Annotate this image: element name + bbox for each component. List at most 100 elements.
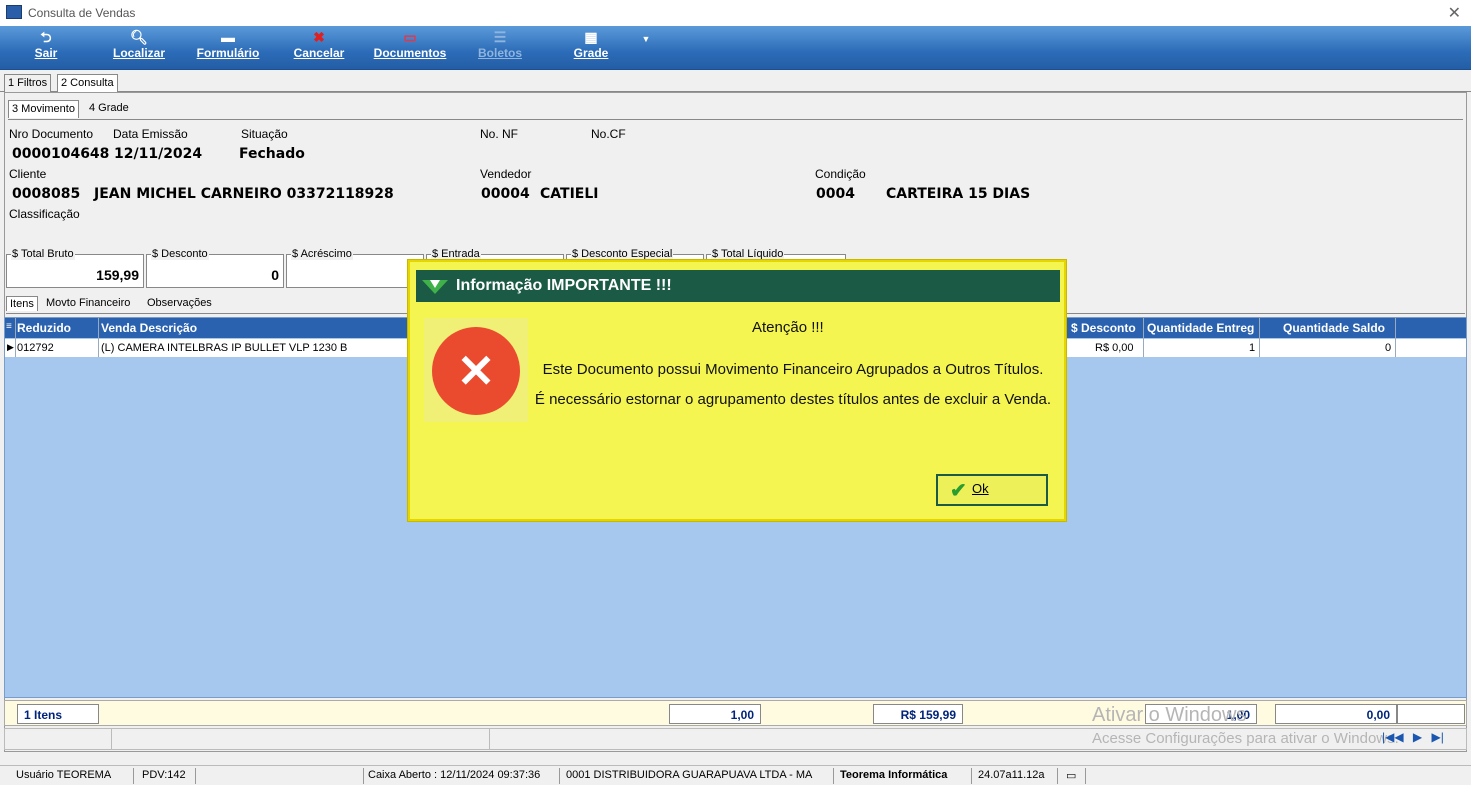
no-cf-label: No.CF — [591, 127, 626, 141]
col-reduzido[interactable]: Reduzido — [17, 321, 71, 335]
record-navigator: |◀◀ ▶ ▶| — [1382, 730, 1444, 744]
cell-qtd-saldo: 0 — [1385, 342, 1392, 354]
formulario-button[interactable]: ▬ Formulário — [190, 28, 266, 66]
divider — [111, 729, 112, 749]
cancelar-button[interactable]: ✖ Cancelar — [286, 28, 352, 66]
col-qtd-entregue[interactable]: Quantidade Entreg — [1147, 321, 1254, 335]
search-icon: 🔍︎ — [130, 29, 148, 45]
column-divider — [98, 318, 99, 357]
desconto-label: $ Desconto — [151, 248, 209, 260]
status-bar: Usuário TEOREMA PDV:142 Caixa Aberto : 1… — [0, 765, 1471, 785]
cell-qtd-entregue: 1 — [1249, 342, 1256, 354]
desconto-box: $ Desconto 0 — [146, 248, 284, 288]
documentos-button[interactable]: ▭ Documentos — [368, 28, 452, 66]
boletos-button[interactable]: ☰ Boletos — [470, 28, 530, 66]
row-pointer-icon: ▶ — [7, 342, 14, 352]
cell-descricao: (L) CAMERA INTELBRAS IP BULLET VLP 1230 … — [101, 342, 348, 354]
column-divider — [1259, 318, 1260, 357]
footer-qtd: 1,00 — [669, 704, 761, 724]
nro-documento-label: Nro Documento — [9, 127, 94, 141]
column-divider — [1143, 318, 1144, 357]
column-menu-icon[interactable]: ≡ — [6, 321, 12, 332]
tab-movimento[interactable]: 3 Movimento — [8, 100, 79, 118]
tab-observacoes[interactable]: Observações — [147, 297, 212, 309]
printer-icon: ▬ — [221, 29, 235, 45]
situacao-label: Situação — [241, 127, 288, 141]
tab-movto-financeiro[interactable]: Movto Financeiro — [46, 297, 130, 309]
tab-grade[interactable]: 4 Grade — [86, 100, 132, 118]
cliente-codigo: 0008085 — [12, 186, 81, 202]
dialog-title: Informação IMPORTANTE !!! — [456, 277, 672, 294]
status-caixa: Caixa Aberto : 12/11/2024 09:37:36 — [364, 768, 560, 784]
error-icon: ✕ — [424, 318, 528, 422]
total-liquido-label: $ Total Líquido — [711, 248, 785, 260]
condicao-codigo: 0004 — [816, 186, 855, 202]
grade-button[interactable]: ▦ Grade — [566, 28, 616, 66]
cancel-icon: ✖ — [313, 29, 325, 45]
footer-itens: 1 Itens — [17, 704, 99, 724]
chevron-down-icon: ▼ — [641, 34, 651, 44]
cell-reduzido: 012792 — [17, 342, 54, 354]
tab-filtros[interactable]: 1 Filtros — [4, 74, 52, 92]
footer-qtd-saldo: 0,00 — [1275, 704, 1397, 724]
acrescimo-box: $ Acréscimo — [286, 248, 424, 288]
close-icon[interactable]: ✕ — [1448, 3, 1461, 23]
desconto-value: 0 — [271, 267, 279, 283]
info-dialog: Informação IMPORTANTE !!! ✕ Atenção !!! … — [408, 260, 1066, 521]
activate-windows-title: Ativar o Windows — [1092, 704, 1247, 726]
status-empresa: 0001 DISTRIBUIDORA GUARAPUAVA LTDA - MA — [562, 768, 834, 784]
col-qtd-saldo[interactable]: Quantidade Saldo — [1283, 321, 1385, 335]
grid-footer: 1 Itens 1,00 R$ 159,99 1,00 0,00 — [4, 700, 1467, 726]
footer-extra — [1397, 704, 1465, 724]
status-versao: 24.07a11.12a — [974, 768, 1058, 784]
data-emissao-label: Data Emissão — [113, 127, 188, 141]
dialog-message-line2: É necessário estornar o agrupamento dest… — [534, 391, 1052, 408]
total-bruto-label: $ Total Bruto — [11, 248, 75, 260]
keyboard-icon: ▭ — [1062, 768, 1086, 784]
tab-consulta[interactable]: 2 Consulta — [57, 74, 118, 92]
nro-documento-value: 0000104648 — [12, 146, 110, 162]
ok-button[interactable]: ✔ Ok — [936, 474, 1048, 506]
last-record-icon[interactable]: ▶| — [1432, 730, 1444, 744]
data-emissao-value: 12/11/2024 — [114, 146, 203, 162]
dialog-heading: Atenção !!! — [752, 319, 824, 336]
total-bruto-value: 159,99 — [96, 267, 139, 283]
app-icon — [6, 5, 22, 19]
divider — [489, 729, 490, 749]
checkmark-icon: ✔ — [950, 480, 967, 502]
localizar-button[interactable]: 🔍︎ Localizar — [104, 28, 174, 66]
cliente-nome: JEAN MICHEL CARNEIRO 03372118928 — [94, 186, 394, 202]
col-desconto[interactable]: $ Desconto — [1071, 321, 1136, 335]
toolbar-dropdown[interactable]: ▼ — [636, 28, 656, 66]
vendedor-codigo: 00004 — [481, 186, 530, 202]
acrescimo-label: $ Acréscimo — [291, 248, 353, 260]
cell-desconto: R$ 0,00 — [1095, 342, 1134, 354]
status-pdv: PDV:142 — [138, 768, 196, 784]
status-empty — [200, 768, 364, 784]
dialog-message: Este Documento possui Movimento Financei… — [528, 358, 1058, 412]
column-divider — [1395, 318, 1396, 357]
condicao-nome: CARTEIRA 15 DIAS — [886, 186, 1031, 202]
total-bruto-box: $ Total Bruto 159,99 — [6, 248, 144, 288]
sub-tabs: 3 Movimento 4 Grade — [8, 98, 1463, 120]
entrada-label: $ Entrada — [431, 248, 481, 260]
list-icon: ☰ — [493, 29, 507, 45]
grid-icon: ▦ — [584, 29, 598, 45]
condicao-label: Condição — [815, 167, 866, 181]
next-record-icon[interactable]: ▶ — [1413, 730, 1422, 744]
sair-button[interactable]: ⮌ Sair — [26, 28, 66, 66]
column-divider — [15, 318, 16, 357]
classificacao-label: Classificação — [9, 207, 80, 221]
vendedor-nome: CATIELI — [540, 186, 599, 202]
col-venda-descricao[interactable]: Venda Descrição — [101, 321, 197, 335]
status-usuario: Usuário TEOREMA — [12, 768, 134, 784]
tab-itens[interactable]: Itens — [6, 296, 38, 311]
title-bar: Consulta de Vendas ✕ — [0, 0, 1471, 26]
vendedor-label: Vendedor — [480, 167, 532, 181]
desconto-especial-label: $ Desconto Especial — [571, 248, 674, 260]
first-record-icon[interactable]: |◀◀ — [1382, 730, 1404, 744]
status-sistema: Teorema Informática — [836, 768, 972, 784]
book-icon: ▭ — [403, 29, 417, 45]
window-title: Consulta de Vendas — [28, 6, 136, 20]
dialog-message-line1: Este Documento possui Movimento Financei… — [542, 361, 1044, 378]
